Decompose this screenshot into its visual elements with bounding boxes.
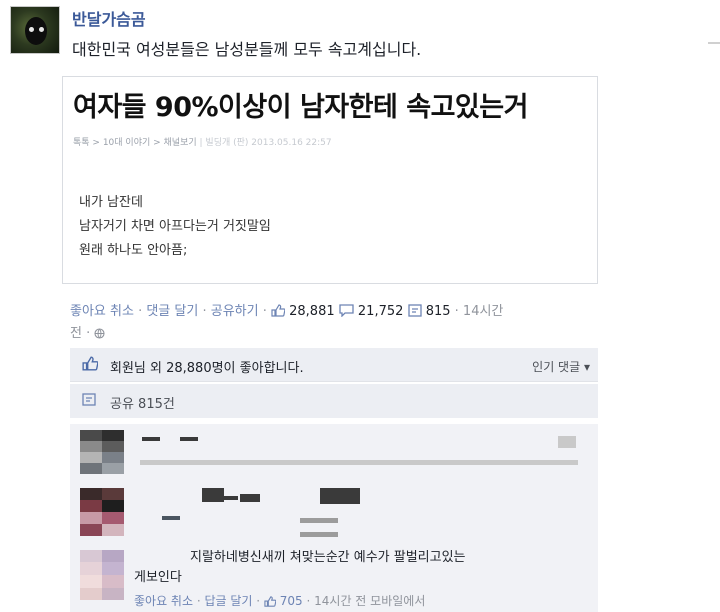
like-count[interactable]: 28,881 [289, 304, 335, 319]
card-body-line: 내가 남잔데 [79, 195, 143, 210]
censored-name [180, 437, 198, 441]
chevron-down-icon: ▾ [583, 360, 590, 374]
censored-block [558, 436, 576, 448]
popular-comments-dropdown[interactable]: 인기 댓글 ▾ [532, 358, 590, 375]
censored-name [202, 488, 224, 502]
likes-summary-text[interactable]: 회원님 외 28,880명이 좋아합니다. [110, 357, 304, 376]
censored-text-line [300, 532, 338, 537]
shared-image-card[interactable]: 여자들 90%이상이 남자한테 속고있는거 톡톡 > 10대 이야기 > 채널보… [62, 76, 598, 284]
comment-avatar-pixelated[interactable] [80, 430, 124, 474]
avatar-figure [25, 17, 47, 45]
card-headline: 여자들 90%이상이 남자한테 속고있는거 [73, 92, 528, 123]
shares-summary-text[interactable]: 공유 815건 [110, 393, 175, 412]
card-body-line: 남자거기 차면 아프다는거 거짓말임 [79, 219, 271, 234]
comment-text-line: 게보인다 [134, 570, 182, 585]
card-breadcrumb: 톡톡 > 10대 이야기 > 채널보기 | 빌딩개 (판) 2013.05.16… [73, 135, 332, 148]
shares-summary: 공유 815건 [70, 384, 598, 418]
avatar-eye [39, 27, 44, 32]
author-avatar[interactable] [10, 6, 60, 54]
share-count[interactable]: 815 [426, 304, 451, 319]
censored-text-line [140, 460, 578, 465]
thumbs-up-icon [271, 304, 285, 317]
popular-comments-label: 인기 댓글 [532, 360, 581, 374]
unlike-link[interactable]: 좋아요 취소 [70, 304, 134, 319]
comment-actions: 좋아요 취소 · 답글 달기 · 705 · 14시간 전 모바일에서 [134, 594, 426, 608]
comment-link[interactable]: 댓글 달기 [146, 304, 198, 319]
comment-reply-link[interactable]: 답글 달기 [204, 594, 252, 608]
post-actions: 좋아요 취소 · 댓글 달기 · 공유하기 · 28,881 21,752 81… [70, 304, 504, 319]
censored-name [224, 496, 238, 500]
comment-unlike-link[interactable]: 좋아요 취소 [134, 594, 193, 608]
censored-text-line [300, 518, 338, 523]
globe-icon [94, 328, 105, 339]
comment-avatar-pixelated[interactable] [80, 488, 124, 536]
likes-summary: 회원님 외 28,880명이 좋아합니다. 인기 댓글 ▾ [70, 348, 598, 382]
comment-time[interactable]: 14시간 전 모바일에서 [314, 594, 425, 608]
post-time-suffix-text: 전 [70, 326, 82, 341]
comment-count[interactable]: 21,752 [358, 304, 404, 319]
author-name[interactable]: 반달가슴곰 [72, 6, 146, 30]
comment-text-line: 지랄하네병신새끼 쳐맞는순간 예수가 팔벌리고있는 [190, 550, 466, 565]
avatar-eye [29, 27, 34, 32]
censored-name [240, 494, 260, 502]
thumbs-up-icon [82, 356, 98, 371]
share-icon [82, 393, 96, 406]
share-link[interactable]: 공유하기 [211, 304, 259, 319]
share-icon [407, 304, 422, 317]
breadcrumb-meta: | 빌딩개 (판) 2013.05.16 22:57 [199, 138, 332, 148]
censored-name [320, 488, 360, 504]
censored-name [142, 437, 160, 441]
divider [708, 42, 720, 44]
comment-like-count[interactable]: 705 [280, 594, 303, 608]
censored-mark [162, 516, 180, 520]
breadcrumb-path: 톡톡 > 10대 이야기 > 채널보기 [73, 138, 197, 148]
post-time-suffix: 전 · [70, 322, 105, 341]
comment-text: 지랄하네병신새끼 쳐맞는순간 예수가 팔벌리고있는 게보인다 [134, 548, 594, 588]
post-time[interactable]: 14시간 [463, 304, 503, 319]
card-body-line: 원래 하나도 안아픔; [79, 243, 188, 258]
post-text: 대한민국 여성분들은 남성분들께 모두 속고계십니다. [72, 40, 422, 59]
thumbs-up-icon [264, 596, 276, 607]
comment-bubble-icon [339, 304, 354, 317]
comment-avatar-pixelated[interactable] [80, 550, 124, 600]
card-body: 내가 남잔데 남자거기 차면 아프다는거 거짓말임 원래 하나도 안아픔; [79, 191, 271, 263]
